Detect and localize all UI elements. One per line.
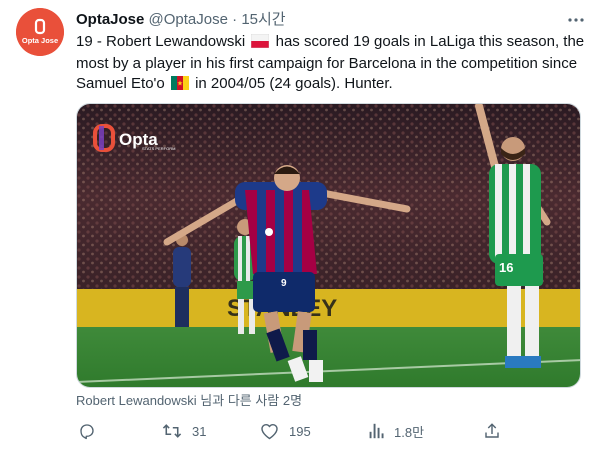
views-button[interactable]: 1.8만: [368, 420, 424, 442]
avatar-label: Opta Jose: [22, 36, 58, 45]
reply-icon: [80, 424, 94, 440]
tweet-photo[interactable]: STANLEY Opta STATS PERFORM: [76, 103, 581, 388]
like-count: 195: [289, 423, 311, 439]
reply-button[interactable]: [78, 420, 96, 442]
jersey-number: 9: [281, 278, 287, 289]
avatar[interactable]: Opta Jose: [16, 8, 64, 56]
views-count: 1.8만: [394, 424, 425, 440]
cameroon-flag-icon: [170, 76, 189, 96]
tweet-text-part1: 19 - Robert Lewandowski: [76, 33, 246, 50]
share-button[interactable]: [483, 420, 501, 442]
more-options-icon[interactable]: [566, 10, 586, 30]
views-icon: [369, 423, 384, 439]
timestamp[interactable]: 15시간: [241, 11, 285, 28]
share-icon: [485, 423, 499, 438]
handle[interactable]: @OptaJose: [149, 11, 228, 28]
retweet-button[interactable]: 31: [162, 420, 206, 442]
tweet[interactable]: Opta Jose OptaJose @OptaJose · 15시간 19 -…: [0, 0, 598, 452]
opponent-jersey-number: 16: [499, 260, 513, 275]
display-name[interactable]: OptaJose: [76, 11, 144, 28]
tagged-people[interactable]: Robert Lewandowski 님과 다른 사람 2명: [76, 393, 302, 409]
opta-logo-sub: STATS PERFORM: [142, 146, 175, 151]
tweet-text: 19 - Robert Lewandowski has scored 19 go…: [76, 32, 586, 96]
like-button[interactable]: 195: [260, 420, 311, 442]
action-bar: 31 195 1.8만: [76, 420, 506, 442]
tweet-header: OptaJose @OptaJose · 15시간: [76, 10, 558, 30]
like-icon: [261, 423, 278, 440]
separator: ·: [232, 11, 238, 28]
retweet-icon: [162, 424, 182, 438]
tweet-text-part3: in 2004/05 (24 goals). Hunter.: [195, 75, 393, 92]
retweet-count: 31: [192, 423, 207, 439]
poland-flag-icon: [251, 33, 270, 54]
